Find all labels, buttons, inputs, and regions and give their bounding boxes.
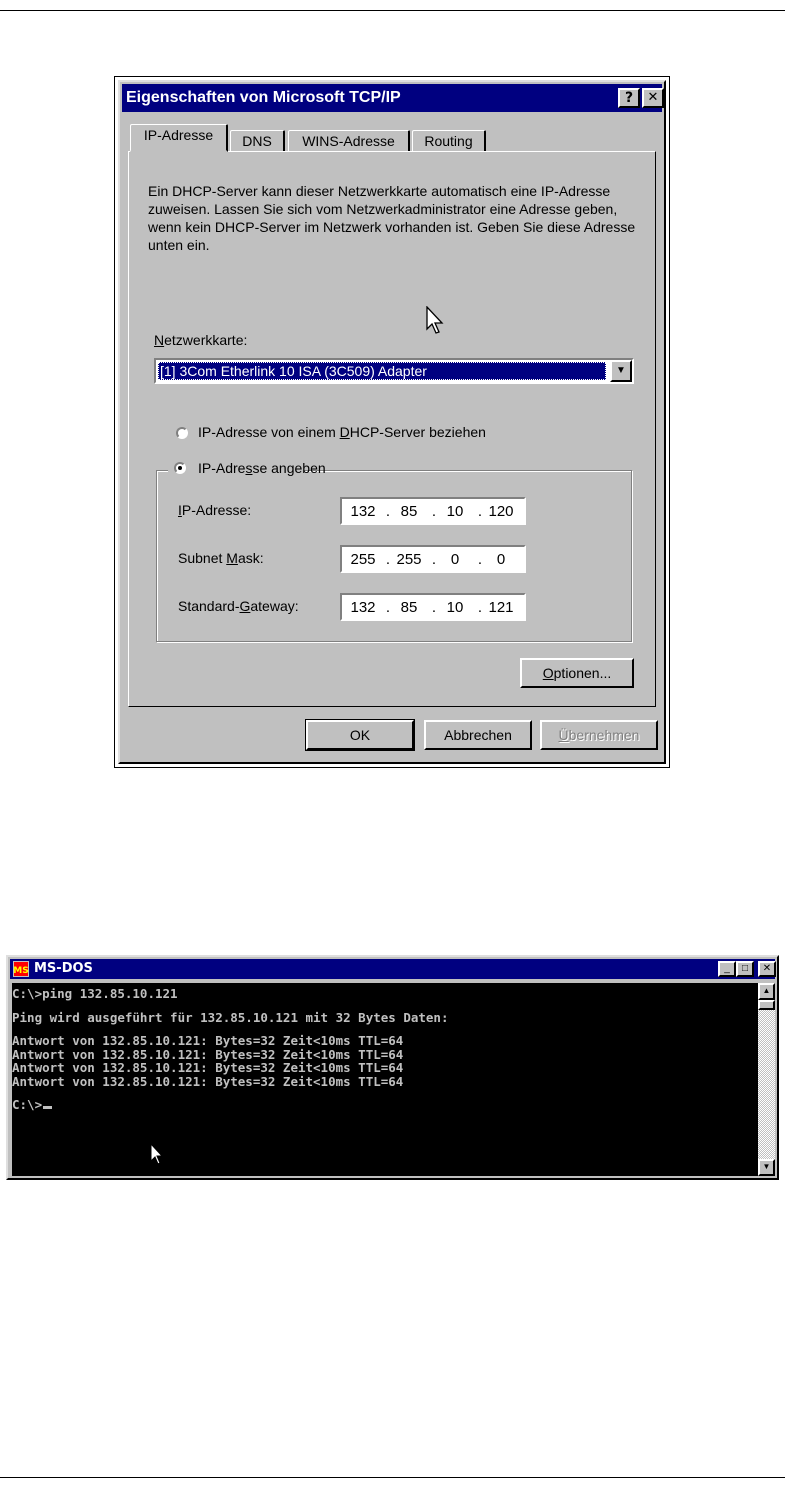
cancel-button[interactable]: Abbrechen [424,720,532,750]
maximize-button[interactable]: □ [736,961,754,977]
ip-address-input[interactable]: 132 . 85 . 10 . 120 [340,497,526,525]
dialog-titlebar[interactable]: Eigenschaften von Microsoft TCP/IP ? ✕ [122,84,664,112]
tab-label: WINS-Adresse [302,133,395,149]
octet-3: 0 [450,551,460,568]
radio-dot [178,466,182,470]
close-button[interactable]: ✕ [642,88,664,108]
group-legend: IP-Adresse angeben [168,460,326,480]
octet-dot: . [385,551,391,568]
gateway-input[interactable]: 132 . 85 . 10 . 121 [340,593,526,621]
octet-dot: . [477,599,483,616]
gateway-label: Standard-Gateway: [178,598,299,614]
vertical-scrollbar[interactable]: ▲ ▼ [758,983,775,1176]
dhcp-description: Ein DHCP-Server kann dieser Netzwerkkart… [148,183,636,253]
subnet-mask-label: Subnet Mask: [178,550,264,566]
octet-dot: . [385,599,391,616]
tcpip-properties-dialog: Eigenschaften von Microsoft TCP/IP ? ✕ D… [118,80,666,764]
svg-text:MS: MS [13,966,28,976]
octet-2: 85 [400,599,418,616]
msdos-window: MS MS-DOS _ □ ✕ C:\>ping 132.85.10.121 P… [6,955,779,1180]
console-line: Antwort von 132.85.10.121: Bytes=32 Zeit… [12,1060,404,1075]
subnet-mask-input[interactable]: 255 . 255 . 0 . 0 [340,545,526,573]
octet-dot: . [431,503,437,520]
console-prompt-line: C:\> [12,1098,758,1112]
octet-4: 120 [488,503,514,520]
mouse-pointer-icon [426,306,444,334]
tab-label: Routing [424,133,473,149]
scroll-down-button[interactable]: ▼ [758,1159,775,1176]
dialog-title: Eigenschaften von Microsoft TCP/IP [126,89,401,106]
octet-1: 255 [350,551,376,568]
scroll-up-button[interactable]: ▲ [758,983,775,1000]
adapter-selected-value: [1] 3Com Etherlink 10 ISA (3C509) Adapte… [158,362,606,380]
octet-2: 255 [396,551,422,568]
radio-manual-label[interactable]: IP-Adresse angeben [198,460,326,476]
octet-3: 10 [446,599,464,616]
octet-1: 132 [350,599,376,616]
ok-button[interactable]: OK [305,719,415,751]
tab-ip-adresse[interactable]: IP-Adresse [130,124,228,152]
help-button[interactable]: ? [618,88,640,108]
octet-dot: . [431,551,437,568]
octet-dot: . [477,503,483,520]
adapter-label: Netzwerkkarte: [154,332,248,348]
console-line: Antwort von 132.85.10.121: Bytes=32 Zeit… [12,1033,404,1048]
chevron-down-icon[interactable]: ▼ [610,360,632,382]
radio-dhcp-label[interactable]: IP-Adresse von einem DHCP-Server beziehe… [198,424,486,440]
page-bottom-rule [0,1477,785,1478]
octet-1: 132 [350,503,376,520]
mouse-pointer-icon [150,1143,164,1165]
apply-button[interactable]: Übernehmen [540,720,658,750]
tab-label: IP-Adresse [143,127,214,143]
octet-dot: . [385,503,391,520]
console-line: Antwort von 132.85.10.121: Bytes=32 Zeit… [12,1073,404,1089]
octet-4: 121 [488,599,514,616]
msdos-icon: MS [13,961,29,977]
adapter-select[interactable]: [1] 3Com Etherlink 10 ISA (3C509) Adapte… [154,358,634,384]
close-button[interactable]: ✕ [758,961,776,977]
text-caret [43,1106,53,1109]
msdos-titlebar[interactable]: MS MS-DOS _ □ ✕ [10,959,776,979]
octet-3: 10 [446,503,464,520]
msdos-title: MS-DOS [34,961,93,976]
octet-dot: . [477,551,483,568]
options-button[interactable]: Optionen... [520,658,634,688]
radio-manual[interactable] [174,462,186,474]
console-line: Ping wird ausgeführt für 132.85.10.121 m… [12,1009,449,1025]
radio-dhcp[interactable] [176,427,188,439]
console-line: Antwort von 132.85.10.121: Bytes=32 Zeit… [12,1046,404,1062]
minimize-button[interactable]: _ [718,961,736,977]
console-prompt: C:\> [12,1097,43,1112]
ip-address-label: IP-Adresse: [178,502,252,518]
page-top-rule [0,10,785,11]
console-line: C:\>ping 132.85.10.121 [12,986,178,1001]
octet-4: 0 [496,551,506,568]
console-output[interactable]: C:\>ping 132.85.10.121 Ping wird ausgefü… [12,983,758,1176]
tab-label: DNS [242,133,272,149]
scroll-thumb[interactable] [758,1000,775,1010]
octet-2: 85 [400,503,418,520]
octet-dot: . [431,599,437,616]
